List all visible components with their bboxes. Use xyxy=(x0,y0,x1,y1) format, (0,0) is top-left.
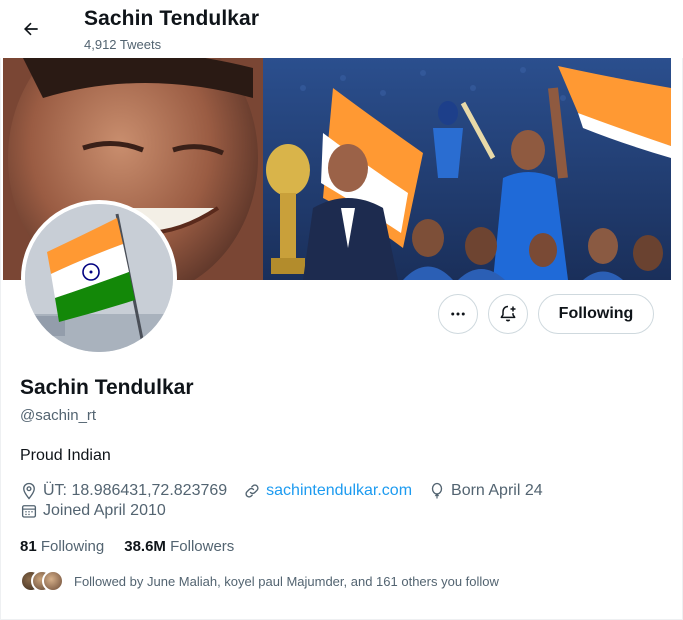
followers-you-know[interactable]: Followed by June Maliah, koyel paul Maju… xyxy=(20,570,499,592)
profile-location: ÜT: 18.986431,72.823769 xyxy=(43,482,228,499)
profile-bio: Proud Indian xyxy=(20,447,111,464)
following-label: Following xyxy=(40,538,105,555)
following-button[interactable]: Following xyxy=(538,294,654,334)
following-stat-link[interactable]: 81 Following xyxy=(20,538,104,555)
header-title: Sachin Tendulkar xyxy=(84,7,260,30)
followed-by-text: Followed by June Maliah, koyel paul Maju… xyxy=(74,573,499,589)
avatar xyxy=(42,570,64,592)
link-icon xyxy=(245,484,259,498)
mutual-follower-avatars xyxy=(20,570,68,592)
location-item: ÜT: 18.986431,72.823769 xyxy=(20,482,227,500)
joined-item: Joined April 2010 xyxy=(20,502,166,520)
following-count: 81 xyxy=(20,538,37,555)
arrow-left-icon[interactable] xyxy=(18,16,44,42)
followers-stat-link[interactable]: 38.6M Followers xyxy=(124,538,234,555)
followers-label: Followers xyxy=(170,538,235,555)
profile-name: Sachin Tendulkar xyxy=(20,376,194,399)
profile-handle: @sachin_rt xyxy=(20,407,97,424)
location-pin-icon xyxy=(23,482,35,500)
profile-birthday: Born April 24 xyxy=(451,482,543,499)
profile-meta-row: ÜT: 18.986431,72.823769 sachintendulkar.… xyxy=(20,482,559,500)
profile-header: Sachin Tendulkar 4,912 Tweets xyxy=(0,0,683,58)
calendar-icon xyxy=(21,505,37,518)
followers-count: 38.6M xyxy=(124,538,166,555)
profile-stats: 81 Following 38.6M Followers xyxy=(20,538,254,555)
birthday-item: Born April 24 xyxy=(428,482,543,500)
profile-avatar[interactable] xyxy=(21,200,177,356)
website-item[interactable]: sachintendulkar.com xyxy=(243,482,412,500)
profile-joined: Joined April 2010 xyxy=(43,502,166,519)
bell-plus-icon[interactable] xyxy=(488,294,528,334)
tweet-count: 4,912 Tweets xyxy=(84,37,162,52)
profile-website-link[interactable]: sachintendulkar.com xyxy=(266,482,412,500)
more-dots-icon[interactable] xyxy=(438,294,478,334)
balloon-icon xyxy=(431,482,443,499)
profile-meta-row-2: Joined April 2010 xyxy=(20,502,182,520)
